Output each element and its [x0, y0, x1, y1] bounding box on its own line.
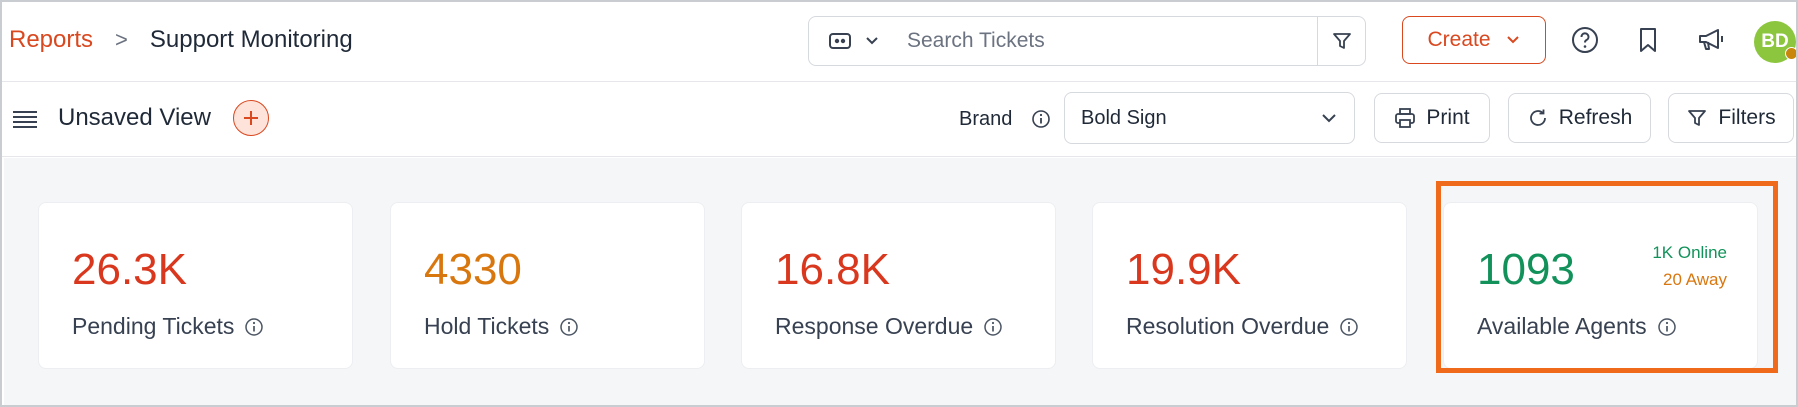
status-indicator: [1785, 47, 1796, 60]
app-window: Reports > Support Monitoring Search Tick…: [0, 0, 1798, 407]
menu-icon[interactable]: [12, 108, 38, 132]
brand-select[interactable]: Bold Sign: [1064, 92, 1355, 144]
chevron-down-icon: [1322, 114, 1336, 123]
metric-card-hold-tickets[interactable]: 4330 Hold Tickets: [390, 202, 705, 369]
search-bar: [808, 16, 1366, 66]
refresh-icon: [1529, 109, 1546, 126]
megaphone-icon: [1699, 29, 1723, 50]
plus-icon: [244, 111, 258, 125]
print-button[interactable]: Print: [1374, 93, 1490, 143]
metric-value: 16.8K: [775, 245, 890, 294]
help-button[interactable]: [1567, 22, 1603, 58]
metrics-area: 26.3K Pending Tickets 4330 Hold Tickets …: [4, 158, 1796, 405]
ticket-icon: [829, 33, 851, 49]
refresh-button[interactable]: Refresh: [1508, 93, 1651, 143]
brand-label: Brand: [959, 108, 1013, 130]
chevron-down-icon: [1506, 36, 1519, 44]
metric-card-response-overdue[interactable]: 16.8K Response Overdue: [741, 202, 1056, 369]
view-toolbar: Unsaved View Brand Bold Sign Print Refre…: [2, 82, 1796, 157]
info-icon[interactable]: [1339, 317, 1359, 337]
metric-value: 26.3K: [72, 245, 187, 294]
filters-button[interactable]: Filters: [1668, 93, 1794, 143]
filter-icon: [1332, 33, 1351, 49]
filters-button-label: Filters: [1718, 106, 1776, 129]
metric-label: Resolution Overdue: [1126, 313, 1330, 339]
help-icon: [1572, 27, 1598, 53]
metric-label: Response Overdue: [775, 313, 974, 339]
search-filter-button[interactable]: [1317, 17, 1365, 65]
info-icon[interactable]: [244, 317, 264, 337]
printer-icon: [1395, 108, 1416, 128]
search-input[interactable]: [899, 17, 1317, 65]
breadcrumb-reports-link[interactable]: Reports: [9, 26, 93, 54]
print-button-label: Print: [1426, 106, 1470, 129]
metric-value: 4330: [424, 245, 522, 294]
filter-icon: [1688, 110, 1707, 126]
bookmark-icon: [1640, 28, 1656, 52]
metric-label-row: Pending Tickets: [72, 313, 264, 340]
metric-label-row: Resolution Overdue: [1126, 313, 1359, 340]
metric-label-row: Hold Tickets: [424, 313, 579, 340]
metric-value: 19.9K: [1126, 245, 1241, 294]
breadcrumb: Reports > Support Monitoring: [9, 24, 353, 56]
info-icon[interactable]: [983, 317, 1003, 337]
metric-label-row: Response Overdue: [775, 313, 1003, 340]
highlight-box: [1436, 181, 1778, 373]
ticket-type-dropdown[interactable]: [809, 17, 899, 65]
brand-select-value: Bold Sign: [1081, 106, 1167, 129]
metric-label: Pending Tickets: [72, 313, 235, 339]
view-title: Unsaved View: [58, 104, 211, 131]
metric-card-pending-tickets[interactable]: 26.3K Pending Tickets: [38, 202, 353, 369]
bookmark-button[interactable]: [1630, 22, 1666, 58]
breadcrumb-separator: >: [115, 27, 128, 52]
info-icon[interactable]: [1031, 109, 1051, 129]
add-view-button[interactable]: [233, 100, 269, 136]
page-title: Support Monitoring: [149, 26, 353, 53]
metric-card-resolution-overdue[interactable]: 19.9K Resolution Overdue: [1092, 202, 1407, 369]
announcements-button[interactable]: [1694, 22, 1730, 58]
metric-label: Hold Tickets: [424, 313, 550, 339]
refresh-button-label: Refresh: [1558, 106, 1633, 129]
top-header: Reports > Support Monitoring Search Tick…: [2, 2, 1796, 82]
create-button[interactable]: Create: [1402, 16, 1546, 64]
create-button-label: Create: [1427, 28, 1491, 51]
info-icon[interactable]: [559, 317, 579, 337]
chevron-down-icon: [866, 37, 878, 45]
